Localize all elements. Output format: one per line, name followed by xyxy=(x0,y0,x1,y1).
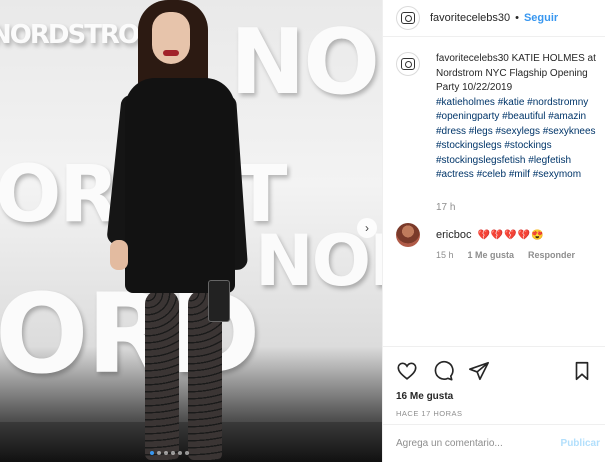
instagram-post-view: NORDSTROM NO ORDST NOR ORD › fav xyxy=(0,0,605,462)
post-age[interactable]: HACE 17 HORAS xyxy=(396,409,593,418)
hashtag-line[interactable]: #actress #celeb #milf #sexymom xyxy=(436,168,605,183)
leg xyxy=(145,290,179,460)
comment-input[interactable] xyxy=(396,438,561,449)
carousel-dot xyxy=(171,451,175,455)
face xyxy=(152,12,190,64)
black-dress xyxy=(125,78,235,293)
carousel-dot xyxy=(157,451,161,455)
lips xyxy=(163,50,179,56)
post-photo[interactable]: NORDSTROM NO ORDST NOR ORD › xyxy=(0,0,382,462)
caption-avatar[interactable] xyxy=(396,52,420,76)
post-comment-button[interactable]: Publicar xyxy=(561,438,600,449)
carousel-dot xyxy=(185,451,189,455)
header-username[interactable]: favoritecelebs30 xyxy=(430,12,510,24)
comment-username[interactable]: ericboc xyxy=(436,229,471,241)
reply-button[interactable]: Responder xyxy=(528,250,575,260)
comment: ericboc 💔💔💔💔😍 xyxy=(396,223,545,247)
comment-timestamp[interactable]: 15 h xyxy=(436,250,454,260)
comment-likes[interactable]: 1 Me gusta xyxy=(468,250,515,260)
action-icons xyxy=(396,359,593,383)
carousel-dot xyxy=(178,451,182,455)
caption-line: KATIE HOLMES at xyxy=(511,53,596,64)
caption: favoritecelebs30 KATIE HOLMES at Nordstr… xyxy=(383,52,605,183)
caption-text: favoritecelebs30 KATIE HOLMES at Nordstr… xyxy=(436,52,605,183)
camera-icon xyxy=(401,58,415,70)
heart-icon[interactable] xyxy=(396,360,418,382)
bookmark-icon[interactable] xyxy=(571,360,593,382)
backdrop-word: NO xyxy=(230,10,380,115)
hashtag-line[interactable]: #dress #legs #sexylegs #sexyknees xyxy=(436,125,605,140)
hashtag-line[interactable]: #openingparty #beautiful #amazin xyxy=(436,110,605,125)
comment-meta: 15 h 1 Me gusta Responder xyxy=(436,250,575,260)
post-sidebar: favoritecelebs30 • Seguir favoritecelebs… xyxy=(382,0,605,462)
share-icon[interactable] xyxy=(468,360,490,382)
person-figure xyxy=(100,0,250,462)
follow-button[interactable]: Seguir xyxy=(524,12,558,24)
hashtag-line[interactable]: #katieholmes #katie #nordstromny xyxy=(436,96,605,111)
caption-line: Party 10/22/2019 xyxy=(436,82,513,93)
hashtag-line[interactable]: #stockingslegsfetish #legfetish xyxy=(436,154,605,169)
hand xyxy=(110,240,128,270)
post-header: favoritecelebs30 • Seguir xyxy=(383,0,605,37)
comments-section: favoritecelebs30 KATIE HOLMES at Nordstr… xyxy=(383,52,605,260)
chevron-right-icon: › xyxy=(365,221,369,235)
separator-dot: • xyxy=(515,12,519,24)
carousel-dot xyxy=(150,451,154,455)
clutch-bag xyxy=(208,280,230,322)
camera-icon xyxy=(401,12,415,24)
caption-timestamp[interactable]: 17 h xyxy=(436,202,455,213)
carousel-indicator xyxy=(150,451,189,455)
caption-username[interactable]: favoritecelebs30 xyxy=(436,53,509,64)
hashtag-line[interactable]: #stockingslegs #stockings xyxy=(436,139,605,154)
add-comment-bar: Publicar xyxy=(383,424,605,462)
caption-line: Nordstrom NYC Flagship Opening xyxy=(436,67,588,79)
comment-text: 💔💔💔💔😍 xyxy=(477,229,545,241)
comment-icon[interactable] xyxy=(432,360,454,382)
commenter-avatar[interactable] xyxy=(396,223,420,247)
action-bar: 16 Me gusta HACE 17 HORAS xyxy=(383,346,605,418)
carousel-dot xyxy=(164,451,168,455)
profile-avatar[interactable] xyxy=(396,6,420,30)
carousel-next-button[interactable]: › xyxy=(357,218,377,238)
likes-count[interactable]: 16 Me gusta xyxy=(396,391,593,402)
